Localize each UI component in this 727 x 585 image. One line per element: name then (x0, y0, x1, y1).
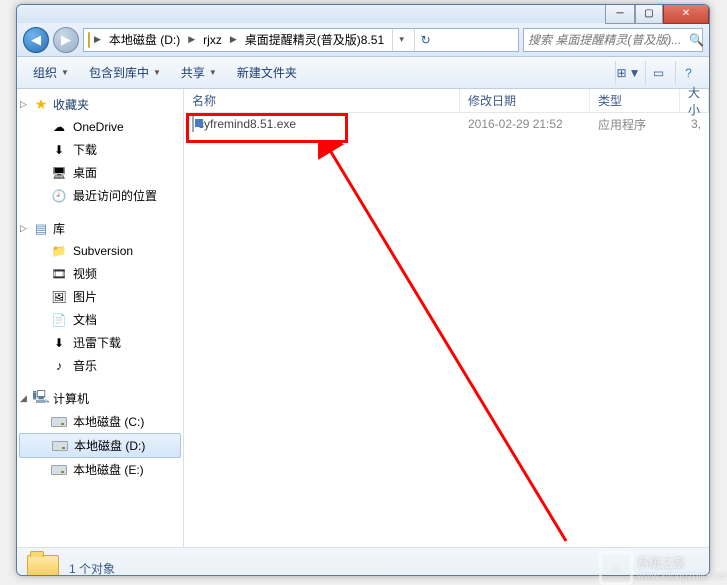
folder-icon (88, 33, 90, 47)
refresh-button[interactable]: ↻ (414, 29, 436, 51)
video-icon: 🎞 (51, 266, 67, 282)
column-date[interactable]: 修改日期 (460, 89, 590, 112)
tree-item-desktop[interactable]: 🖥桌面 (17, 161, 183, 184)
tree-item-recent[interactable]: 🕘最近访问的位置 (17, 184, 183, 207)
close-button[interactable]: ✕ (663, 4, 709, 24)
breadcrumb-item[interactable]: 本地磁盘 (D:) (105, 29, 184, 50)
chevron-down-icon: ▼ (61, 68, 69, 77)
minimize-button[interactable]: ─ (605, 4, 635, 24)
collapse-icon: ▷ (20, 99, 30, 110)
star-icon: ★ (33, 97, 49, 113)
computer-icon: 🖳 (33, 391, 49, 407)
tree-libraries[interactable]: ▷ ▤ 库 (17, 217, 183, 240)
column-size[interactable]: 大小 (680, 89, 709, 112)
chevron-right-icon: ▶ (94, 34, 101, 45)
folder-icon (27, 555, 59, 577)
chevron-right-icon: ▶ (188, 34, 195, 45)
tree-item-drive-c[interactable]: 本地磁盘 (C:) (17, 410, 183, 433)
tree-item-subversion[interactable]: 📁Subversion (17, 240, 183, 262)
breadcrumb-item[interactable]: 桌面提醒精灵(普及版)8.51 (241, 29, 388, 50)
chevron-down-icon: ▼ (153, 68, 161, 77)
share-button[interactable]: 共享▼ (173, 60, 225, 85)
breadcrumb-item[interactable]: rjxz (199, 31, 226, 49)
column-headers: 名称 修改日期 类型 大小 (184, 89, 709, 113)
help-button[interactable]: ? (675, 61, 701, 85)
tree-item-drive-e[interactable]: 本地磁盘 (E:) (17, 458, 183, 481)
chevron-right-icon: ▶ (230, 34, 237, 45)
toolbar: 组织▼ 包含到库中▼ 共享▼ 新建文件夹 ⊞▼ ▭ ? (17, 57, 709, 89)
file-size: 3, (680, 117, 709, 131)
explorer-body: ▷ ★ 收藏夹 ☁OneDrive ⬇下载 🖥桌面 🕘最近访问的位置 ▷ ▤ 库… (17, 89, 709, 547)
music-icon: ♪ (51, 358, 67, 374)
maximize-button[interactable]: ▢ (635, 4, 663, 24)
tree-computer[interactable]: ◢ 🖳 计算机 (17, 387, 183, 410)
view-options-button[interactable]: ⊞▼ (615, 61, 641, 85)
tree-item-documents[interactable]: 📄文档 (17, 308, 183, 331)
explorer-window: ─ ▢ ✕ ◀ ▶ ▶ 本地磁盘 (D:) ▶ rjxz ▶ 桌面提醒精灵(普及… (16, 4, 710, 576)
search-icon[interactable]: 🔍 (689, 33, 704, 47)
file-row[interactable]: cyfremind8.51.exe 2016-02-29 21:52 应用程序 … (184, 113, 709, 135)
search-box[interactable]: 🔍 (523, 28, 703, 52)
exe-icon (192, 117, 194, 131)
tree-item-music[interactable]: ♪音乐 (17, 354, 183, 377)
picture-icon: 🖼 (51, 289, 67, 305)
tree-item-xunlei[interactable]: ⬇迅雷下载 (17, 331, 183, 354)
address-dropdown-button[interactable]: ▾ (392, 29, 410, 51)
chevron-down-icon: ▼ (209, 68, 217, 77)
address-bar[interactable]: ▶ 本地磁盘 (D:) ▶ rjxz ▶ 桌面提醒精灵(普及版)8.51 ▾ ↻ (83, 28, 519, 52)
folder-icon: 📁 (51, 243, 67, 259)
drive-icon (52, 438, 68, 454)
include-in-library-button[interactable]: 包含到库中▼ (81, 60, 169, 85)
tree-item-downloads[interactable]: ⬇下载 (17, 138, 183, 161)
preview-pane-button[interactable]: ▭ (645, 61, 671, 85)
file-list[interactable]: cyfremind8.51.exe 2016-02-29 21:52 应用程序 … (184, 113, 709, 547)
desktop-icon: 🖥 (51, 165, 67, 181)
nav-forward-button[interactable]: ▶ (53, 27, 79, 53)
file-date: 2016-02-29 21:52 (460, 117, 590, 131)
new-folder-button[interactable]: 新建文件夹 (229, 60, 305, 85)
organize-button[interactable]: 组织▼ (25, 60, 77, 85)
window-controls: ─ ▢ ✕ (605, 4, 709, 24)
tree-item-onedrive[interactable]: ☁OneDrive (17, 116, 183, 138)
recent-icon: 🕘 (51, 188, 67, 204)
expand-icon: ◢ (20, 393, 30, 404)
download-icon: ⬇ (51, 335, 67, 351)
file-name: cyfremind8.51.exe (198, 117, 296, 131)
nav-tree[interactable]: ▷ ★ 收藏夹 ☁OneDrive ⬇下载 🖥桌面 🕘最近访问的位置 ▷ ▤ 库… (17, 89, 184, 547)
tree-item-drive-d[interactable]: 本地磁盘 (D:) (19, 433, 181, 458)
file-type: 应用程序 (590, 116, 680, 133)
nav-back-button[interactable]: ◀ (23, 27, 49, 53)
drive-icon (51, 462, 67, 478)
download-icon: ⬇ (51, 142, 67, 158)
library-icon: ▤ (33, 221, 49, 237)
title-bar: ─ ▢ ✕ (17, 5, 709, 23)
annotation-arrow (318, 141, 578, 561)
nav-bar: ◀ ▶ ▶ 本地磁盘 (D:) ▶ rjxz ▶ 桌面提醒精灵(普及版)8.51… (17, 23, 709, 57)
drive-icon (51, 414, 67, 430)
collapse-icon: ▷ (20, 223, 30, 234)
status-bar: 1 个对象 (17, 547, 709, 576)
tree-favorites[interactable]: ▷ ★ 收藏夹 (17, 93, 183, 116)
column-name[interactable]: 名称 (184, 89, 460, 112)
search-input[interactable] (528, 33, 685, 47)
document-icon: 📄 (51, 312, 67, 328)
cloud-icon: ☁ (51, 119, 67, 135)
status-count: 1 个对象 (69, 560, 115, 576)
column-type[interactable]: 类型 (590, 89, 680, 112)
file-list-pane: 名称 修改日期 类型 大小 cyfremind8.51.exe 2016-02-… (184, 89, 709, 547)
tree-item-pictures[interactable]: 🖼图片 (17, 285, 183, 308)
tree-item-videos[interactable]: 🎞视频 (17, 262, 183, 285)
